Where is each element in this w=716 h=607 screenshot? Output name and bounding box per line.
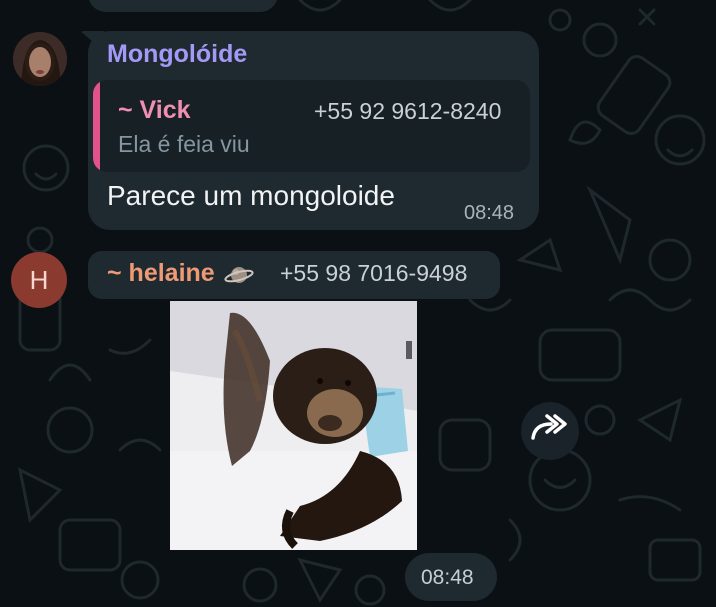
- quoted-sender-phone: +55 92 9612-8240: [314, 98, 502, 124]
- quoted-text: Ela é feia viu: [118, 131, 250, 157]
- monkey-image: [170, 301, 417, 550]
- media-time-badge: 08:48: [405, 553, 497, 601]
- sender-name[interactable]: ~ helaine: [107, 259, 215, 288]
- message-text: Parece um mongoloide: [107, 180, 395, 211]
- forward-arrow-icon: [531, 414, 567, 440]
- message-time: 08:48: [421, 566, 474, 589]
- media-image[interactable]: [170, 301, 417, 550]
- forward-button[interactable]: [521, 402, 579, 460]
- avatar[interactable]: [13, 32, 67, 86]
- ringed-planet-icon: [224, 267, 254, 283]
- quoted-message[interactable]: ~ Vick +55 92 9612-8240 Ela é feia viu: [93, 80, 530, 172]
- quote-accent-bar: [93, 80, 100, 172]
- sender-name[interactable]: Mongolóide: [107, 40, 247, 69]
- avatar[interactable]: H: [11, 252, 67, 308]
- previous-message-bubble[interactable]: [88, 0, 278, 12]
- quoted-sender-name: ~ Vick: [118, 96, 191, 124]
- message-time: 08:48: [464, 202, 515, 224]
- profile-photo: [13, 32, 67, 86]
- sender-phone: +55 98 7016-9498: [280, 260, 468, 286]
